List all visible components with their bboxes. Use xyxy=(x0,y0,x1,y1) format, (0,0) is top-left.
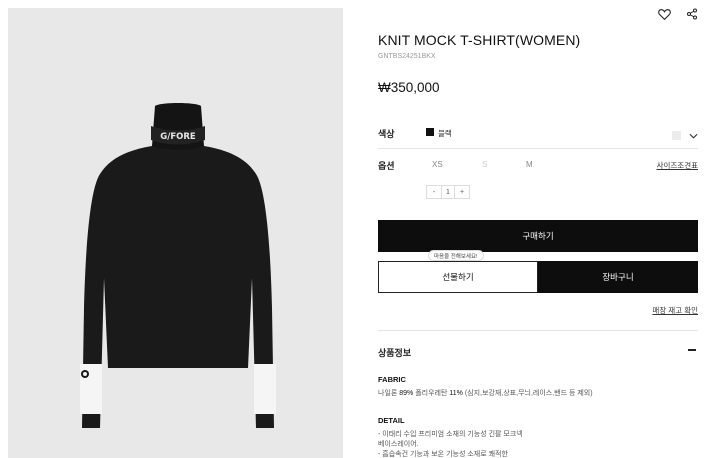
collar-logo-text: G/FORE xyxy=(160,132,196,142)
product-price: ₩350,000 xyxy=(378,80,440,95)
size-option-m[interactable]: M xyxy=(526,160,533,169)
color-swatch xyxy=(426,128,434,136)
qty-minus-button[interactable]: - xyxy=(427,186,441,198)
product-image: G/FORE xyxy=(8,8,343,458)
store-stock-link[interactable]: 매장 재고 확인 xyxy=(652,305,698,316)
collapse-minus-icon[interactable] xyxy=(686,344,698,356)
size-guide-link[interactable]: 사이즈조견표 xyxy=(657,160,698,171)
detail-line: - 흡습속건 기능과 보온 기능성 소재로 쾌적한 xyxy=(378,451,508,458)
color-label: 색상 xyxy=(378,129,395,139)
product-illustration: G/FORE xyxy=(80,103,276,428)
fabric-heading: FABRIC xyxy=(378,375,406,384)
color-swatch-small xyxy=(672,130,681,140)
divider xyxy=(378,148,698,149)
divider xyxy=(378,330,698,331)
size-option-xs[interactable]: XS xyxy=(432,160,443,169)
size-label: 옵션 xyxy=(378,161,395,171)
wishlist-heart-icon[interactable] xyxy=(656,6,672,22)
quantity-stepper: - 1 + xyxy=(426,185,470,199)
color-dropdown[interactable] xyxy=(672,126,698,144)
cart-button[interactable]: 장바구니 xyxy=(538,261,698,293)
qty-plus-button[interactable]: + xyxy=(455,186,469,198)
qty-value[interactable]: 1 xyxy=(441,186,455,198)
gift-button[interactable]: 선물하기 xyxy=(378,261,538,293)
color-value: 블랙 xyxy=(438,129,452,138)
detail-line: - 이태리 수입 프리미엄 소재의 기능성 긴팔 모크넥 xyxy=(378,431,523,438)
gift-tooltip: 마음을 전해보세요! xyxy=(428,250,484,261)
chevron-down-icon xyxy=(689,126,698,144)
product-title: KNIT MOCK T-SHIRT(WOMEN) xyxy=(378,32,581,48)
share-icon[interactable] xyxy=(684,6,700,22)
buy-button[interactable]: 구매하기 xyxy=(378,220,698,252)
detail-heading: DETAIL xyxy=(378,416,405,425)
fabric-text: 나일론 89% 폴리우레탄 11% (심지,보강재,상표,무늬,레이스,밴드 등… xyxy=(378,390,593,397)
detail-line: 베이스레이어. xyxy=(378,441,419,448)
product-code: GNTBS24251BKX xyxy=(378,53,436,60)
size-option-s[interactable]: S xyxy=(482,160,487,169)
product-info-heading: 상품정보 xyxy=(378,348,412,358)
